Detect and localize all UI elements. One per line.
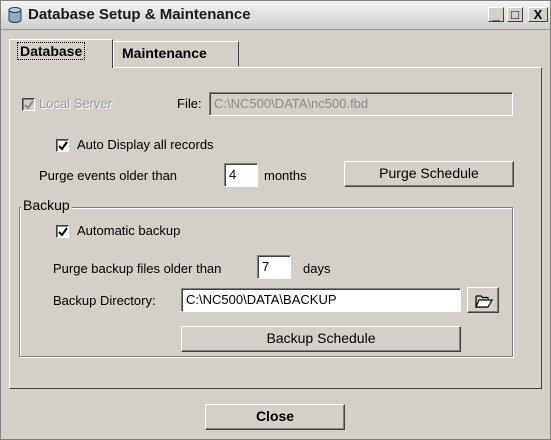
close-window-button[interactable]: X [528, 7, 548, 22]
folder-open-icon [475, 292, 494, 314]
purge-backup-unit: days [303, 261, 331, 276]
auto-display-checkbox[interactable] [56, 139, 69, 152]
local-server-label: Local Server [39, 96, 112, 111]
backup-directory-label: Backup Directory: [53, 293, 156, 308]
minimize-button[interactable]: _ [488, 7, 504, 22]
tab-maintenance[interactable]: Maintenance [113, 41, 239, 66]
auto-display-label: Auto Display all records [77, 137, 214, 152]
database-icon [8, 7, 22, 23]
checkmark-icon [58, 141, 68, 151]
purge-events-label: Purge events older than [39, 168, 178, 183]
backup-group-label: Backup [21, 197, 72, 213]
file-path-field[interactable]: C:\NC500\DATA\nc500.fbd [209, 92, 513, 116]
tab-database-label: Database [16, 42, 86, 60]
backup-directory-field[interactable]: C:\NC500\DATA\BACKUP [181, 288, 461, 312]
automatic-backup-checkbox[interactable] [56, 225, 69, 238]
file-label: File: [177, 96, 202, 111]
purge-backup-days-input[interactable]: 7 [257, 255, 291, 279]
purge-events-unit: months [264, 168, 307, 183]
checkmark-icon [24, 100, 34, 110]
automatic-backup-label: Automatic backup [77, 223, 181, 238]
checkmark-icon [58, 227, 68, 237]
browse-directory-button[interactable] [467, 287, 499, 313]
close-button[interactable]: Close [205, 404, 345, 430]
tab-maintenance-label: Maintenance [122, 45, 207, 61]
purge-events-months-input[interactable]: 4 [224, 163, 258, 187]
purge-backup-label: Purge backup files older than [53, 261, 222, 276]
backup-schedule-button[interactable]: Backup Schedule [181, 326, 461, 352]
title-bar[interactable]: Database Setup & Maintenance _ □ X [1, 1, 550, 30]
window-title: Database Setup & Maintenance [28, 6, 251, 23]
purge-schedule-button[interactable]: Purge Schedule [344, 161, 514, 187]
maximize-button[interactable]: □ [507, 7, 523, 22]
dialog-window: Database Setup & Maintenance _ □ X Datab… [0, 0, 551, 440]
local-server-checkbox[interactable] [22, 98, 35, 111]
tab-database[interactable]: Database [9, 39, 113, 68]
